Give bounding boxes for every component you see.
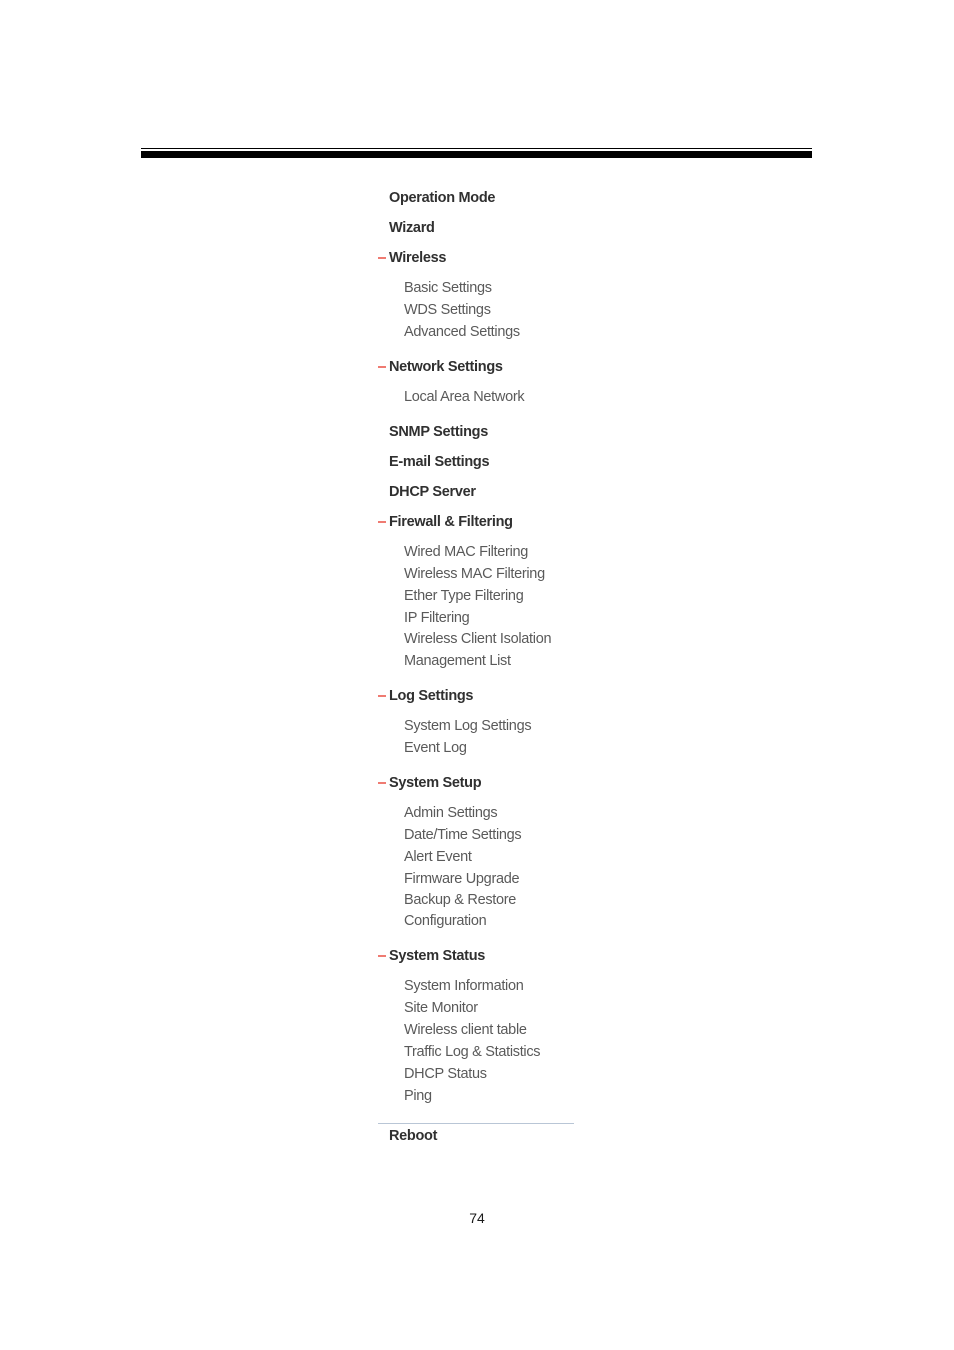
nav-item-label: Wizard [389, 220, 435, 236]
nav-subitem-traffic-log-and-statistics[interactable]: Traffic Log & Statistics [374, 1041, 714, 1063]
nav-item-system-status[interactable]: System Status [374, 948, 714, 964]
nav-item-label: Wireless [389, 250, 447, 266]
nav-subitem-dhcp-status[interactable]: DHCP Status [374, 1063, 714, 1085]
nav-item-operation-mode[interactable]: Operation Mode [374, 190, 714, 206]
nav-subitem-local-area-network[interactable]: Local Area Network [374, 386, 714, 408]
nav-group-wireless: Wireless Basic Settings WDS Settings Advanc… [374, 250, 714, 343]
nav-item-label: Network Settings [389, 359, 503, 375]
nav-group-dhcp-server: DHCP Server [374, 484, 714, 500]
collapse-minus-icon[interactable] [378, 955, 386, 957]
nav-subitem-wireless-client-table[interactable]: Wireless client table [374, 1019, 714, 1041]
nav-item-label: DHCP Server [389, 484, 476, 500]
nav-subitem-wds-settings[interactable]: WDS Settings [374, 299, 714, 321]
nav-group-wizard: Wizard [374, 220, 714, 236]
nav-subitem-site-monitor[interactable]: Site Monitor [374, 997, 714, 1019]
nav-group-e-mail-settings: E-mail Settings [374, 454, 714, 470]
nav-group-system-status: System Status System Information Site Moni… [374, 948, 714, 1107]
nav-item-label: Firewall & Filtering [389, 514, 513, 530]
nav-subitem-ip-filtering[interactable]: IP Filtering [374, 607, 714, 629]
nav-sublist-system-status: System Information Site Monitor Wireless c… [374, 975, 714, 1107]
nav-subitem-date-time-settings[interactable]: Date/Time Settings [374, 824, 714, 846]
nav-item-log-settings[interactable]: Log Settings [374, 688, 714, 704]
nav-subitem-basic-settings[interactable]: Basic Settings [374, 277, 714, 299]
nav-subitem-ether-type-filtering[interactable]: Ether Type Filtering [374, 585, 714, 607]
nav-item-dhcp-server[interactable]: DHCP Server [374, 484, 714, 500]
nav-group-operation-mode: Operation Mode [374, 190, 714, 206]
nav-item-label: System Status [389, 948, 486, 964]
nav-sublist-wireless: Basic Settings WDS Settings Advanced Setti… [374, 277, 714, 343]
nav-sublist-firewall-and-filtering: Wired MAC Filtering Wireless MAC Filterin… [374, 541, 714, 672]
nav-group-system-setup: System Setup Admin Settings Date/Time Sett… [374, 775, 714, 932]
page-number: 74 [469, 1210, 485, 1226]
navigation-menu-tree: Operation Mode Wizard Wireless Basic Settin… [374, 190, 714, 1107]
nav-subitem-wired-mac-filtering[interactable]: Wired MAC Filtering [374, 541, 714, 563]
page-header-rule [141, 148, 812, 158]
nav-item-label: Log Settings [389, 688, 474, 704]
nav-group-network-settings: Network Settings Local Area Network [374, 359, 714, 408]
nav-subitem-wireless-client-isolation[interactable]: Wireless Client Isolation [374, 629, 554, 650]
collapse-minus-icon[interactable] [378, 695, 386, 697]
collapse-minus-icon[interactable] [378, 521, 386, 523]
nav-item-label: System Setup [389, 775, 482, 791]
nav-item-wireless[interactable]: Wireless [374, 250, 714, 266]
nav-group-snmp-settings: SNMP Settings [374, 424, 714, 440]
nav-subitem-admin-settings[interactable]: Admin Settings [374, 802, 714, 824]
nav-item-e-mail-settings[interactable]: E-mail Settings [374, 454, 714, 470]
nav-item-label: SNMP Settings [389, 424, 488, 440]
nav-group-firewall-and-filtering: Firewall & Filtering Wired MAC Filtering W… [374, 514, 714, 672]
nav-subitem-ping[interactable]: Ping [374, 1085, 714, 1107]
nav-item-snmp-settings[interactable]: SNMP Settings [374, 424, 714, 440]
nav-subitem-advanced-settings[interactable]: Advanced Settings [374, 321, 714, 343]
nav-subitem-event-log[interactable]: Event Log [374, 737, 714, 759]
nav-subitem-alert-event[interactable]: Alert Event [374, 846, 714, 868]
nav-item-reboot-label: Reboot [389, 1128, 438, 1144]
nav-item-reboot[interactable]: Reboot [374, 1123, 714, 1144]
nav-item-firewall-and-filtering[interactable]: Firewall & Filtering [374, 514, 714, 530]
navigation-menu-screenshot: Operation Mode Wizard Wireless Basic Settin… [374, 190, 714, 1144]
nav-subitem-firmware-upgrade[interactable]: Firmware Upgrade [374, 868, 714, 890]
nav-item-system-setup[interactable]: System Setup [374, 775, 714, 791]
nav-subitem-backup-and-restore-configuration[interactable]: Backup & Restore Configuration [374, 890, 554, 932]
nav-sublist-log-settings: System Log Settings Event Log [374, 715, 714, 759]
reboot-divider [378, 1123, 574, 1124]
nav-subitem-management-list[interactable]: Management List [374, 650, 714, 672]
nav-item-network-settings[interactable]: Network Settings [374, 359, 714, 375]
nav-item-label: E-mail Settings [389, 454, 490, 470]
nav-item-wizard[interactable]: Wizard [374, 220, 714, 236]
nav-sublist-system-setup: Admin Settings Date/Time Settings Alert Ev… [374, 802, 714, 932]
nav-group-log-settings: Log Settings System Log Settings Event Log [374, 688, 714, 759]
nav-subitem-system-information[interactable]: System Information [374, 975, 714, 997]
collapse-minus-icon[interactable] [378, 366, 386, 368]
nav-sublist-network-settings: Local Area Network [374, 386, 714, 408]
collapse-minus-icon[interactable] [378, 257, 386, 259]
nav-subitem-wireless-mac-filtering[interactable]: Wireless MAC Filtering [374, 563, 714, 585]
nav-subitem-system-log-settings[interactable]: System Log Settings [374, 715, 714, 737]
collapse-minus-icon[interactable] [378, 782, 386, 784]
header-rule-thick [141, 151, 812, 158]
nav-item-label: Operation Mode [389, 190, 496, 206]
